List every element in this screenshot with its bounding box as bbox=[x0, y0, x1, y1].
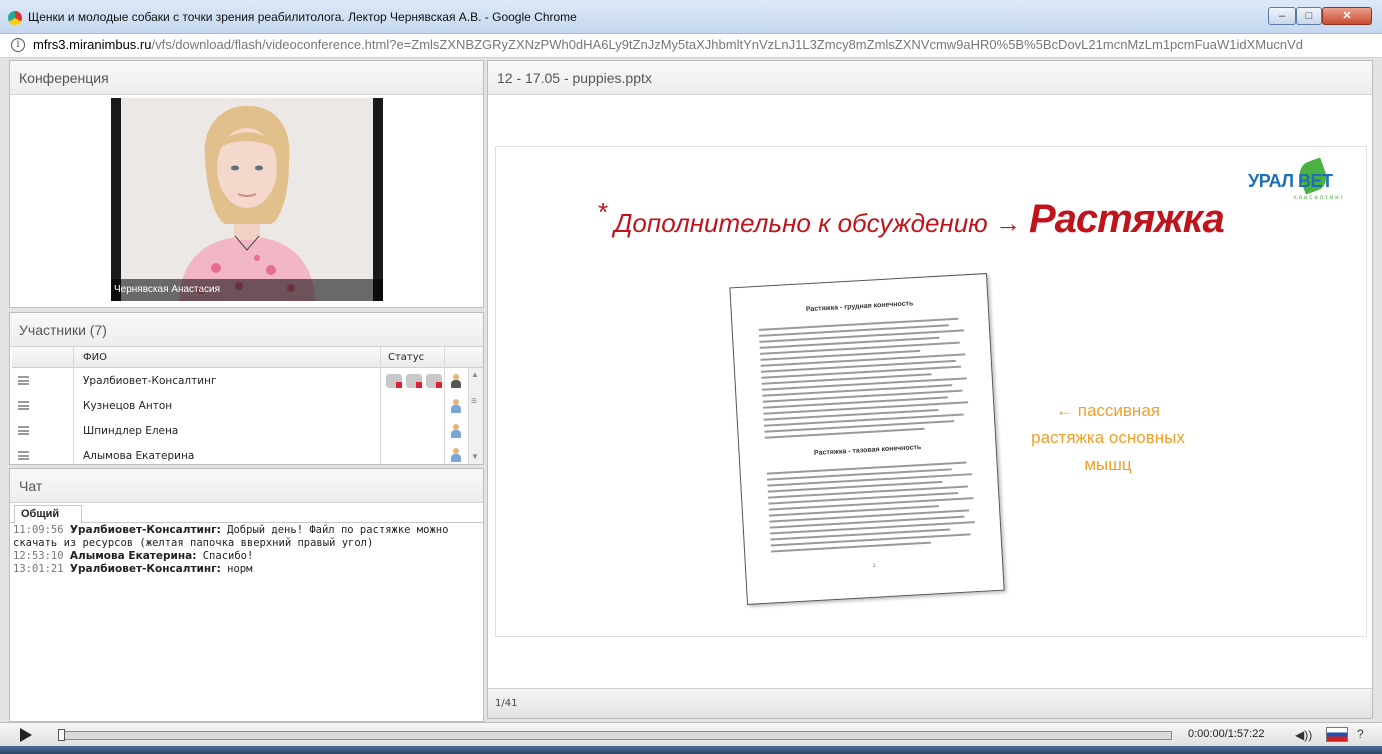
headline-bold-text: Растяжка bbox=[1028, 197, 1225, 241]
slide-headline: * Дополнительно к обсуждению → Растяжка bbox=[598, 197, 1225, 242]
admin-user-icon bbox=[449, 374, 463, 388]
presentation-slide[interactable]: УРАЛ ВЕТ консалтинг * Дополнительно к обс… bbox=[495, 146, 1367, 637]
document-heading: Растяжка - грудная конечность bbox=[805, 300, 914, 314]
chat-author: Уралбиовет-Консалтинг: bbox=[69, 524, 221, 536]
os-taskbar bbox=[0, 746, 1382, 754]
document-heading: Растяжка - тазовая конечность bbox=[813, 443, 922, 457]
speaker-video[interactable]: Чернявская Анастасия bbox=[111, 98, 383, 301]
chat-log: 11:09:56 Уралбиовет-Консалтинг: Добрый д… bbox=[13, 524, 481, 576]
seek-track[interactable] bbox=[59, 731, 1172, 740]
conference-app: Конференция Чернявская Анастасия Участни… bbox=[0, 58, 1382, 722]
document-page-number: 1 bbox=[872, 562, 876, 569]
address-bar[interactable]: i mfrs3.miranimbus.ru/vfs/download/flash… bbox=[0, 34, 1382, 58]
scroll-down-icon[interactable]: ▼ bbox=[471, 452, 479, 461]
chat-time: 13:01:21 bbox=[13, 563, 64, 575]
scroll-thumb-icon[interactable]: ≡ bbox=[471, 396, 477, 407]
uralbiovet-logo: УРАЛ ВЕТ консалтинг bbox=[1248, 157, 1352, 201]
headline-text: Дополнительно к обсуждению → bbox=[614, 208, 1021, 238]
participants-table: ФИО Статус Уралбиовет-Консалтинг Кузнецо… bbox=[12, 347, 483, 464]
logo-text: УРАЛ ВЕТ bbox=[1248, 171, 1333, 191]
scroll-up-icon[interactable]: ▲ bbox=[471, 370, 479, 379]
participant-name: Кузнецов Антон bbox=[83, 400, 173, 412]
participant-row[interactable]: Кузнецов Антон bbox=[12, 394, 483, 419]
document-thumbnail: Растяжка - грудная конечность Растяжка -… bbox=[729, 273, 1005, 605]
participant-menu-icon[interactable] bbox=[18, 376, 29, 385]
camera-off-icon[interactable] bbox=[386, 374, 402, 388]
slide-note-line: растяжка основных bbox=[1031, 428, 1185, 447]
chat-author: Алымова Екатерина: bbox=[69, 550, 197, 562]
chat-author: Уралбиовет-Консалтинг: bbox=[69, 563, 221, 575]
participant-menu-icon[interactable] bbox=[18, 426, 29, 435]
page-counter: 1/41 bbox=[488, 688, 1372, 718]
presentation-title: 12 - 17.05 - puppies.pptx bbox=[488, 61, 1372, 95]
participants-table-header: ФИО Статус bbox=[12, 347, 483, 368]
participants-panel-title: Участники (7) bbox=[10, 313, 483, 347]
user-icon bbox=[449, 448, 463, 462]
play-icon[interactable] bbox=[20, 728, 32, 742]
speaker-portrait-image bbox=[121, 98, 373, 301]
participant-row[interactable]: Алымова Екатерина bbox=[12, 444, 483, 464]
url-path: /vfs/download/flash/videoconference.html… bbox=[151, 37, 1303, 52]
chat-time: 12:53:10 bbox=[13, 550, 64, 562]
close-button[interactable]: ✕ bbox=[1322, 7, 1372, 25]
screen-share-off-icon[interactable] bbox=[426, 374, 442, 388]
site-info-icon[interactable]: i bbox=[11, 38, 25, 52]
playback-time: 0:00:00/1:57:22 bbox=[1188, 728, 1265, 740]
participant-name: Уралбиовет-Консалтинг bbox=[83, 375, 217, 387]
volume-icon[interactable]: ◀)) bbox=[1295, 728, 1312, 742]
window-titlebar: Щенки и молодые собаки с точки зрения ре… bbox=[0, 0, 1382, 34]
chrome-app-icon bbox=[8, 11, 22, 25]
chat-message: 12:53:10 Алымова Екатерина: Спасибо! bbox=[13, 550, 481, 563]
chat-panel: Чат Общий 11:09:56 Уралбиовет-Консалтинг… bbox=[9, 468, 484, 722]
tab-general[interactable]: Общий bbox=[14, 505, 82, 524]
slide-note-line: ← пассивная bbox=[1056, 401, 1160, 420]
chat-text: норм bbox=[220, 563, 253, 575]
microphone-off-icon[interactable] bbox=[406, 374, 422, 388]
participants-scrollbar[interactable]: ▲ ≡ ▼ bbox=[468, 368, 483, 464]
participant-row[interactable]: Шпиндлер Елена bbox=[12, 419, 483, 444]
logo-subtext: консалтинг bbox=[1294, 195, 1345, 201]
url-host: mfrs3.miranimbus.ru bbox=[33, 37, 152, 52]
url-text[interactable]: mfrs3.miranimbus.ru/vfs/download/flash/v… bbox=[33, 34, 1303, 56]
participant-row[interactable]: Уралбиовет-Консалтинг bbox=[12, 369, 483, 394]
chat-time: 11:09:56 bbox=[13, 524, 64, 536]
maximize-button[interactable]: □ bbox=[1296, 7, 1322, 25]
headline-asterisk: * bbox=[598, 197, 609, 227]
column-header-status[interactable]: Статус bbox=[388, 352, 424, 363]
column-header-name[interactable]: ФИО bbox=[83, 352, 107, 363]
participant-name: Алымова Екатерина bbox=[83, 450, 195, 462]
speaker-name-label: Чернявская Анастасия bbox=[111, 279, 383, 301]
chat-tabs: Общий bbox=[10, 503, 483, 524]
slide-note: ← пассивная растяжка основных мышц bbox=[988, 397, 1228, 478]
help-button[interactable]: ? bbox=[1357, 727, 1364, 741]
playback-bar: 0:00:00/1:57:22 ◀)) ? bbox=[0, 722, 1382, 746]
conference-panel: Конференция Чернявская Анастасия bbox=[9, 60, 484, 308]
presentation-panel: 12 - 17.05 - puppies.pptx УРАЛ ВЕТ конса… bbox=[487, 60, 1373, 719]
chat-message: 11:09:56 Уралбиовет-Консалтинг: Добрый д… bbox=[13, 524, 481, 550]
participant-menu-icon[interactable] bbox=[18, 451, 29, 460]
participant-name: Шпиндлер Елена bbox=[83, 425, 179, 437]
user-icon bbox=[449, 399, 463, 413]
slide-note-line: мышц bbox=[1084, 455, 1132, 474]
chat-panel-title: Чат bbox=[10, 469, 483, 503]
participants-panel: Участники (7) ФИО Статус Уралбиовет-Конс… bbox=[9, 312, 484, 465]
window-title: Щенки и молодые собаки с точки зрения ре… bbox=[28, 10, 577, 24]
participant-menu-icon[interactable] bbox=[18, 401, 29, 410]
chat-message: 13:01:21 Уралбиовет-Консалтинг: норм bbox=[13, 563, 481, 576]
seek-handle[interactable] bbox=[58, 729, 65, 741]
language-flag-icon[interactable] bbox=[1326, 727, 1348, 742]
speaker-video-frame bbox=[121, 98, 373, 301]
user-icon bbox=[449, 424, 463, 438]
chat-text: Спасибо! bbox=[196, 550, 254, 562]
minimize-button[interactable]: – bbox=[1268, 7, 1296, 25]
conference-panel-title: Конференция bbox=[10, 61, 483, 95]
